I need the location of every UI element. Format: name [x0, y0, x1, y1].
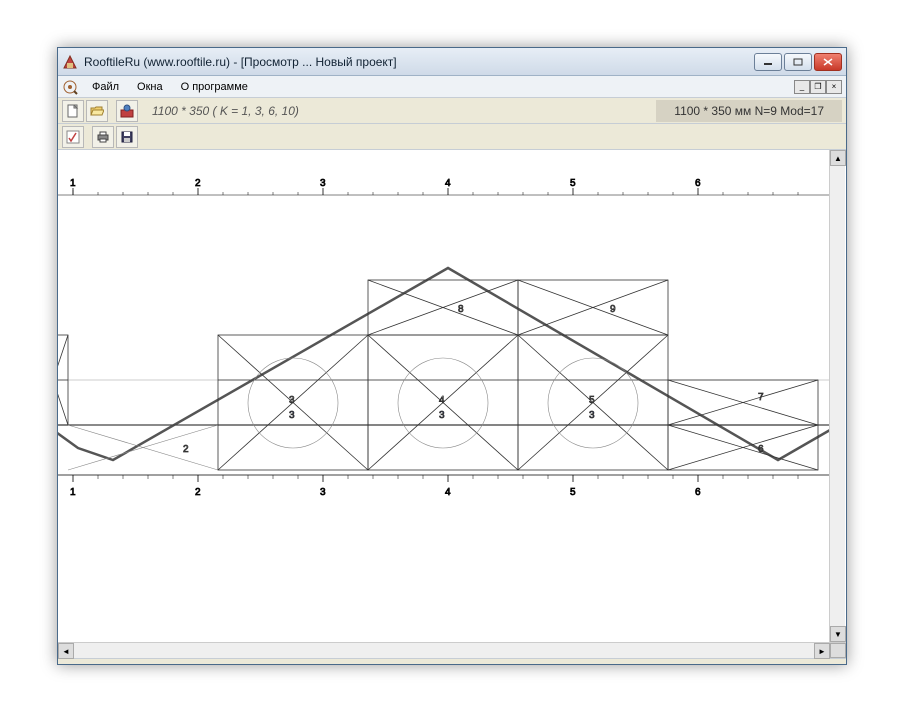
- mdi-minimize-button[interactable]: _: [794, 80, 810, 94]
- svg-text:3: 3: [589, 410, 595, 421]
- window-buttons: [754, 53, 842, 71]
- svg-text:2: 2: [183, 444, 189, 455]
- svg-text:1: 1: [70, 487, 76, 498]
- roof-outline: [58, 268, 830, 460]
- tool-button-1[interactable]: [62, 126, 84, 148]
- close-button[interactable]: [814, 53, 842, 71]
- statusbar: [58, 658, 846, 664]
- svg-text:3: 3: [289, 395, 295, 406]
- mdi-restore-button[interactable]: ❐: [810, 80, 826, 94]
- app-window: RooftileRu (www.rooftile.ru) - [Просмотр…: [57, 47, 847, 665]
- scroll-h-track[interactable]: [74, 643, 814, 658]
- svg-text:9: 9: [610, 304, 616, 315]
- run-icon: [66, 130, 80, 144]
- mdi-close-button[interactable]: ×: [826, 80, 842, 94]
- svg-text:1: 1: [70, 178, 76, 189]
- toolbar-secondary: [58, 124, 846, 150]
- scroll-down-button[interactable]: ▼: [830, 626, 846, 642]
- svg-text:7: 7: [758, 392, 764, 403]
- ruler-bottom: 1 2 3 4 5 6: [58, 475, 830, 498]
- horizontal-scrollbar[interactable]: ◄ ►: [58, 642, 846, 658]
- mdi-buttons: _ ❐ ×: [794, 80, 842, 94]
- drawing-canvas[interactable]: 1 2 3 4 5 6 1 2 3 4 5 6: [58, 150, 846, 642]
- settings-button[interactable]: [116, 100, 138, 122]
- scroll-right-button[interactable]: ►: [814, 643, 830, 659]
- toolbar-main: 1100 * 350 ( K = 1, 3, 6, 10) 1100 * 350…: [58, 98, 846, 124]
- print-button[interactable]: [92, 126, 114, 148]
- menu-windows[interactable]: Окна: [129, 79, 171, 95]
- save-icon: [120, 130, 134, 144]
- scroll-up-button[interactable]: ▲: [830, 150, 846, 166]
- print-icon: [96, 130, 110, 144]
- scroll-left-button[interactable]: ◄: [58, 643, 74, 659]
- svg-text:4: 4: [439, 395, 445, 406]
- menu-about[interactable]: О программе: [173, 79, 256, 95]
- svg-text:3: 3: [320, 487, 326, 498]
- window-title: RooftileRu (www.rooftile.ru) - [Просмотр…: [84, 55, 754, 69]
- svg-text:4: 4: [445, 487, 451, 498]
- dimension-text: 1100 * 350 ( K = 1, 3, 6, 10): [152, 104, 299, 118]
- open-file-icon: [90, 104, 104, 118]
- minimize-button[interactable]: [754, 53, 782, 71]
- svg-text:5: 5: [570, 178, 576, 189]
- new-file-icon: [66, 104, 80, 118]
- menu-file[interactable]: Файл: [84, 79, 127, 95]
- titlebar: RooftileRu (www.rooftile.ru) - [Просмотр…: [58, 48, 846, 76]
- scroll-corner: [830, 643, 846, 658]
- svg-text:2: 2: [195, 487, 201, 498]
- svg-text:3: 3: [320, 178, 326, 189]
- vertical-scrollbar[interactable]: ▲ ▼: [829, 150, 845, 642]
- tile-info: 1100 * 350 мм N=9 Mod=17: [656, 100, 842, 122]
- svg-text:3: 3: [289, 410, 295, 421]
- open-file-button[interactable]: [86, 100, 108, 122]
- save-button[interactable]: [116, 126, 138, 148]
- svg-text:3: 3: [439, 410, 445, 421]
- app-icon: [62, 54, 78, 70]
- menu-icon: [62, 79, 78, 95]
- svg-text:4: 4: [445, 178, 451, 189]
- maximize-button[interactable]: [784, 53, 812, 71]
- svg-text:6: 6: [758, 444, 764, 455]
- svg-text:6: 6: [695, 178, 701, 189]
- ruler-top: 1 2 3 4 5 6: [58, 178, 830, 195]
- svg-text:2: 2: [195, 178, 201, 189]
- svg-text:5: 5: [570, 487, 576, 498]
- tiles: 1 2 3 3: [58, 280, 818, 470]
- menubar: Файл Окна О программе _ ❐ ×: [58, 76, 846, 98]
- drawing-svg: 1 2 3 4 5 6 1 2 3 4 5 6: [58, 150, 830, 642]
- new-file-button[interactable]: [62, 100, 84, 122]
- svg-text:5: 5: [589, 395, 595, 406]
- svg-text:8: 8: [458, 304, 464, 315]
- settings-icon: [120, 104, 134, 118]
- svg-text:6: 6: [695, 487, 701, 498]
